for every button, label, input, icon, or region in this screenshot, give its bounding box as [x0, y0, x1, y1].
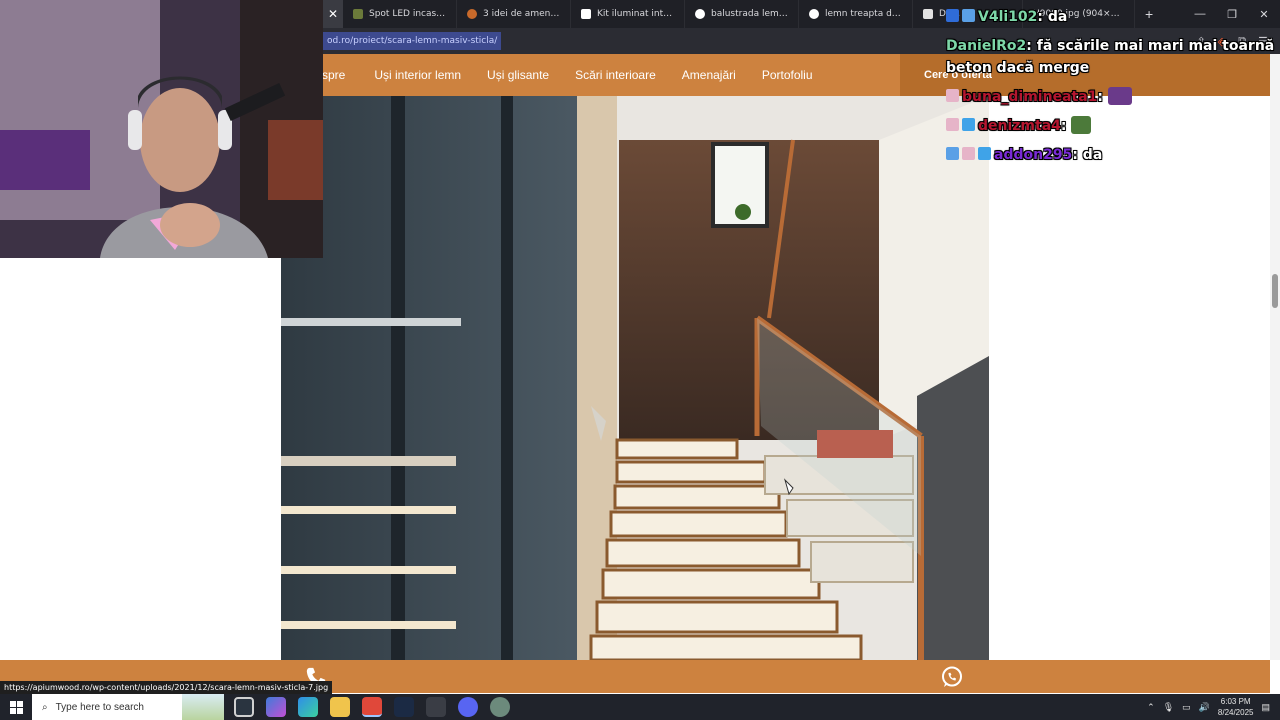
emote-icon: [1071, 116, 1092, 134]
tab-label: Spot LED incastrabil &...: [369, 9, 446, 19]
whatsapp-icon[interactable]: [940, 665, 964, 689]
chat-badge-icon: [946, 89, 959, 102]
file-explorer-icon[interactable]: [330, 697, 350, 717]
chat-message: V4li102: da: [946, 6, 1276, 28]
chat-badge-icon: [962, 118, 975, 131]
chat-colon: :: [1097, 89, 1108, 105]
staircase-illustration: [281, 96, 989, 660]
volume-icon[interactable]: 🔊: [1199, 702, 1210, 713]
nav-item-scari-interioare[interactable]: Scări interioare: [562, 68, 669, 82]
chat-username: buna_dimineata1: [962, 89, 1098, 105]
system-tray: ⌃ 🎙 ▭ 🔊 6:03 PM 8/24/2025 ▤: [1147, 696, 1280, 718]
search-icon: ⌕: [42, 701, 48, 713]
task-view-icon[interactable]: [234, 697, 254, 717]
chat-message: denizmta4:: [946, 115, 1276, 137]
chat-colon: :: [1026, 38, 1037, 54]
google-favicon-icon: [809, 9, 819, 19]
clock-date: 8/24/2025: [1217, 708, 1254, 717]
tab-label: 3 idei de amenajare pe...: [483, 9, 560, 19]
webcam-overlay: [0, 0, 323, 258]
chat-colon: :: [1072, 147, 1083, 163]
tab-spot-led[interactable]: Spot LED incastrabil &...: [343, 0, 457, 28]
chat-badge-icon: [946, 147, 959, 160]
search-highlight-image: [182, 694, 224, 720]
site-favicon-icon: [467, 9, 477, 19]
status-bar-link: https://apiumwood.ro/wp-content/uploads/…: [0, 681, 333, 694]
windows-start-icon[interactable]: [0, 694, 32, 720]
staircase-photo: [281, 96, 989, 660]
chat-username: DanielRo2: [946, 38, 1027, 54]
nav-item-usi-glisante[interactable]: Uși glisante: [474, 68, 562, 82]
stream-chat-overlay: V4li102: da DanielRo2: fă scările mai ma…: [946, 6, 1276, 173]
tab-kit-iluminat[interactable]: Kit iluminat inteligent ...: [571, 0, 685, 28]
url-field[interactable]: od.ro/proiect/scara-lemn-masiv-sticla/: [323, 32, 502, 50]
chat-colon: :: [1037, 9, 1048, 25]
chat-colon: :: [1060, 118, 1072, 134]
search-placeholder: Type here to search: [55, 701, 144, 713]
tab-label: lemn treapta dedeman...: [825, 9, 902, 19]
close-tab-icon[interactable]: ✕: [323, 0, 343, 28]
tab-balustrada[interactable]: balustrada lemn - Căut...: [685, 0, 799, 28]
microphone-icon[interactable]: 🎙: [1163, 702, 1174, 713]
taskbar-clock[interactable]: 6:03 PM 8/24/2025: [1218, 696, 1254, 718]
google-favicon-icon: [695, 9, 705, 19]
windows-taskbar: ⌕ Type here to search ⌃ 🎙 ▭ 🔊 6:03 PM 8/…: [0, 694, 1280, 720]
chat-badge-icon: [962, 9, 975, 22]
site-favicon-icon: [923, 9, 933, 19]
nav-item-amenajari[interactable]: Amenajări: [669, 68, 749, 82]
tab-idei-amenajare[interactable]: 3 idei de amenajare pe...: [457, 0, 571, 28]
chat-username: V4li102: [978, 9, 1038, 25]
taskbar-search-input[interactable]: ⌕ Type here to search: [32, 694, 224, 720]
network-icon[interactable]: ▭: [1182, 702, 1191, 713]
site-favicon-icon: [353, 9, 363, 19]
copilot-icon[interactable]: [266, 697, 286, 717]
brave-browser-icon[interactable]: [362, 697, 382, 717]
nav-item-portofoliu[interactable]: Portofoliu: [749, 68, 826, 82]
screen: ✕ Spot LED incastrabil &... 3 idei de am…: [0, 0, 1280, 720]
chat-badge-icon: [946, 118, 959, 131]
edge-icon[interactable]: [298, 697, 318, 717]
chat-username: denizmta4: [978, 118, 1061, 134]
chat-badge-icon: [962, 147, 975, 160]
clock-time: 6:03 PM: [1220, 697, 1251, 706]
chat-username: addon295: [994, 147, 1073, 163]
chat-text: da: [1082, 147, 1103, 163]
chat-message: buna_dimineata1:: [946, 86, 1276, 108]
tab-label: Kit iluminat inteligent ...: [597, 9, 674, 19]
chat-badge-icon: [946, 9, 959, 22]
streamer-webcam-image: [0, 0, 323, 258]
xbox-icon[interactable]: [426, 697, 446, 717]
nav-item-usi-interior[interactable]: Uși interior lemn: [358, 68, 474, 82]
tab-label: balustrada lemn - Căut...: [711, 9, 788, 19]
taskbar-apps: [224, 697, 510, 717]
emote-icon: [1107, 87, 1132, 105]
chevron-up-icon[interactable]: ⌃: [1147, 702, 1155, 713]
scroll-thumb[interactable]: [1272, 274, 1278, 308]
chat-text: da: [1047, 9, 1068, 25]
chat-message: DanielRo2: fă scările mai mari mai toarn…: [946, 35, 1276, 79]
notifications-icon[interactable]: ▤: [1261, 702, 1270, 713]
chat-badge-icon: [978, 147, 991, 160]
document-favicon-icon: [581, 9, 591, 19]
discord-icon[interactable]: [458, 697, 478, 717]
chat-message: addon295: da: [946, 144, 1276, 166]
tab-lemn-treapta[interactable]: lemn treapta dedeman...: [799, 0, 913, 28]
steam-icon[interactable]: [394, 697, 414, 717]
app-icon[interactable]: [490, 697, 510, 717]
